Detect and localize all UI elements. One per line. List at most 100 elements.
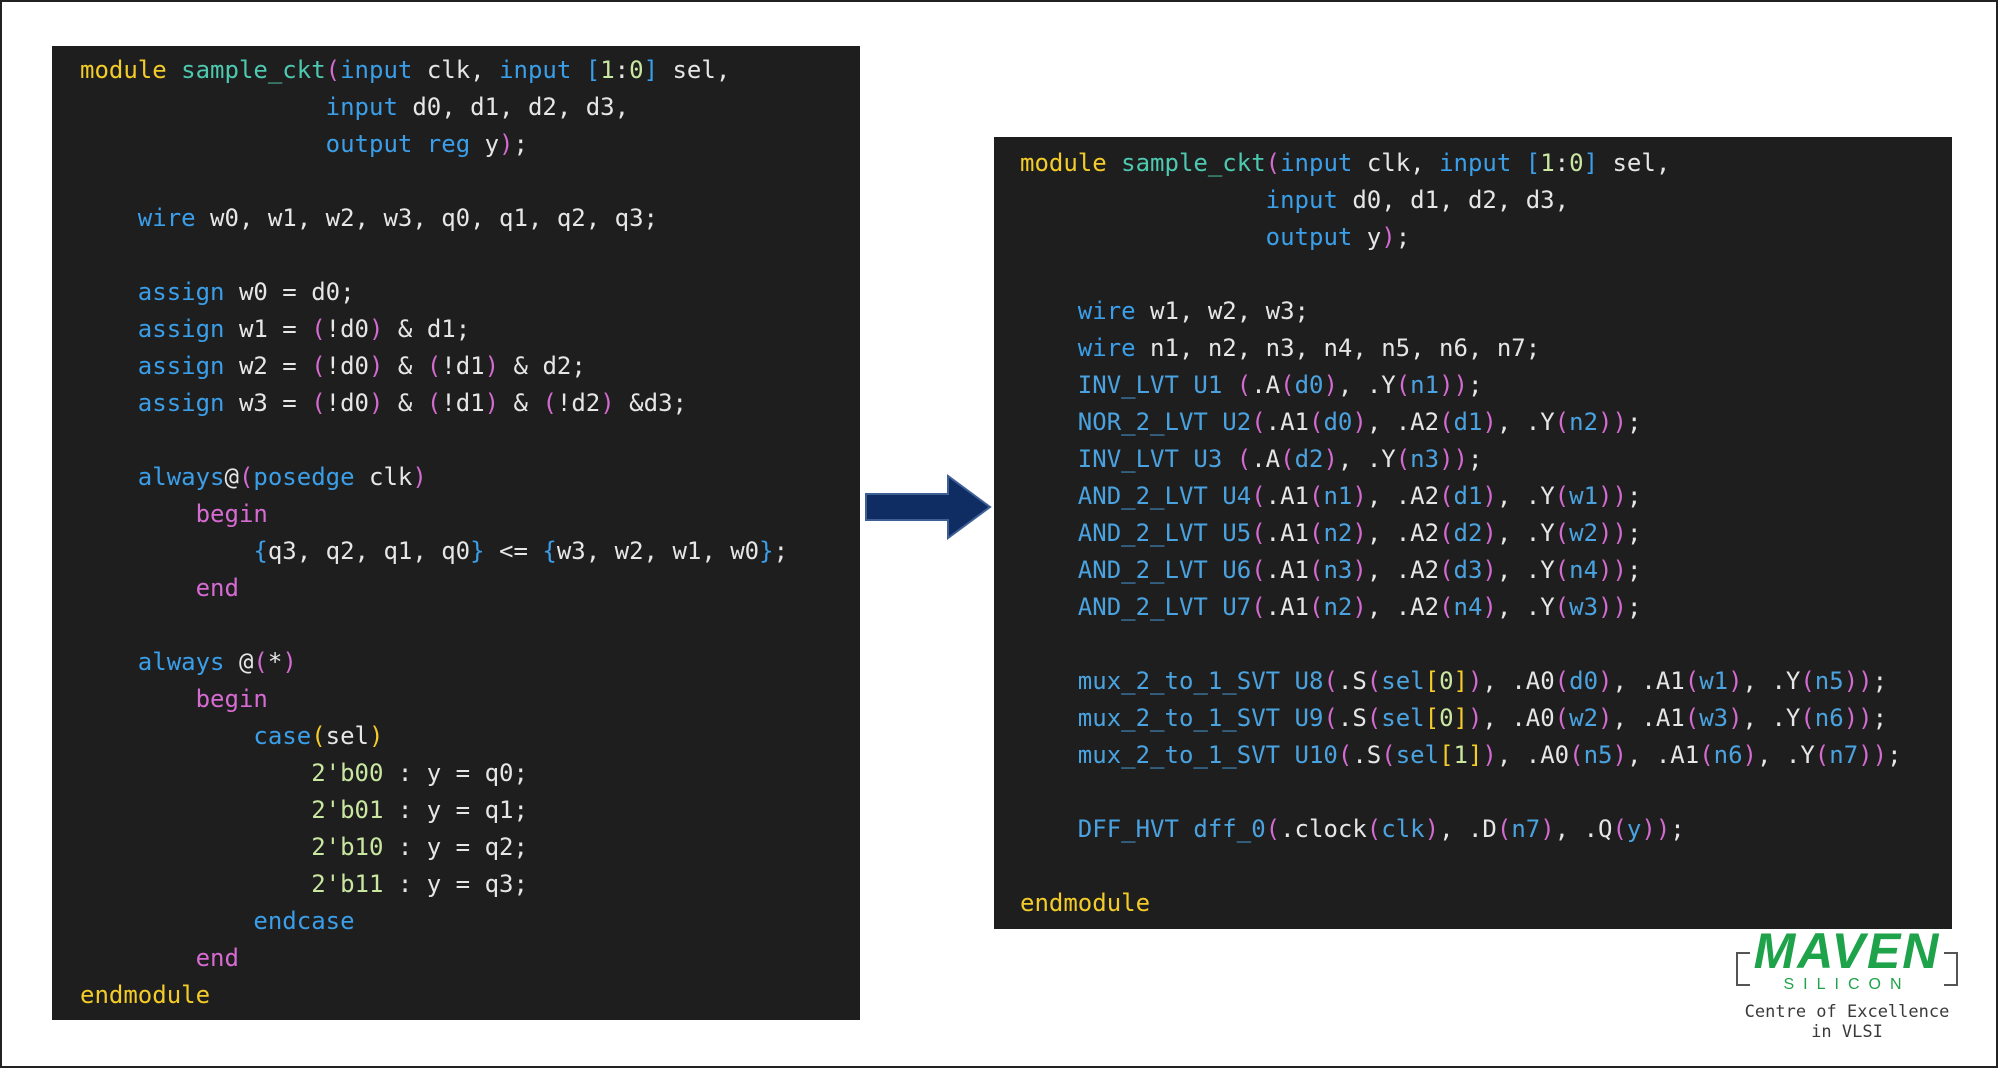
code-token: ) bbox=[484, 389, 500, 417]
code-token: * bbox=[267, 648, 283, 676]
code-token: ( bbox=[1554, 482, 1570, 510]
code-token: { bbox=[253, 537, 268, 565]
code-token: ( bbox=[311, 352, 326, 380]
code-token: ( bbox=[1814, 741, 1830, 769]
code-token: ( bbox=[1699, 741, 1714, 769]
code-token: [ bbox=[1424, 704, 1440, 732]
code-line: 2'b10 : y = q2; bbox=[80, 829, 860, 866]
code-token: n6 bbox=[1713, 741, 1743, 769]
code-token: ) bbox=[1482, 741, 1497, 769]
code-token: clk, bbox=[1366, 149, 1440, 177]
code-line: module sample_ckt(input clk, input [1:0]… bbox=[1020, 145, 1952, 182]
code-token: ( bbox=[1554, 704, 1570, 732]
code-token: n4 bbox=[1453, 593, 1483, 621]
code-token: !d2 bbox=[556, 389, 601, 417]
code-line: AND_2_LVT U4(.A1(n1), .A2(d1), .Y(w1)); bbox=[1020, 478, 1952, 515]
code-token: & bbox=[383, 389, 427, 417]
code-token: ( bbox=[1439, 556, 1454, 584]
code-line: mux_2_to_1_SVT U10(.S(sel[1]), .A0(n5), … bbox=[1020, 737, 1952, 774]
code-line: module sample_ckt(input clk, input [1:0]… bbox=[80, 52, 860, 89]
code-token: , .Y bbox=[1337, 371, 1396, 399]
code-token: NOR_2_LVT U2 bbox=[1077, 408, 1252, 436]
code-token: sample_ckt bbox=[181, 56, 326, 84]
code-token: , .A2 bbox=[1366, 556, 1440, 584]
code-token: assign bbox=[137, 278, 239, 306]
code-token: !d0 bbox=[325, 352, 370, 380]
code-token: } bbox=[759, 537, 774, 565]
code-token: d3 bbox=[1453, 556, 1483, 584]
code-token: .S bbox=[1352, 741, 1382, 769]
code-token: )) bbox=[1598, 482, 1627, 510]
code-token: ( bbox=[325, 56, 341, 84]
code-token: ( bbox=[1439, 519, 1454, 547]
code-token: 0 bbox=[629, 56, 644, 84]
code-token: clk bbox=[369, 463, 413, 491]
code-token: ) bbox=[484, 352, 500, 380]
code-token: : y = q0; bbox=[383, 759, 528, 787]
code-token: AND_2_LVT U6 bbox=[1077, 556, 1252, 584]
code-token: !d1 bbox=[441, 389, 485, 417]
code-token: )) bbox=[1843, 667, 1873, 695]
code-token: .A1 bbox=[1265, 482, 1309, 510]
code-token: ( bbox=[1309, 593, 1324, 621]
code-token: always bbox=[137, 463, 225, 491]
code-token: .A1 bbox=[1265, 408, 1309, 436]
code-token: } bbox=[470, 537, 485, 565]
code-token: !d0 bbox=[325, 315, 370, 343]
code-token: ; bbox=[1872, 704, 1888, 732]
code-token: d2 bbox=[1453, 519, 1483, 547]
code-line: mux_2_to_1_SVT U9(.S(sel[0]), .A0(w2), .… bbox=[1020, 700, 1952, 737]
code-token: w3 bbox=[1569, 593, 1599, 621]
code-line: endcase bbox=[80, 903, 860, 940]
code-token: , .A1 bbox=[1626, 741, 1700, 769]
code-token: ( bbox=[1439, 482, 1454, 510]
code-token: , .Y bbox=[1496, 408, 1555, 436]
code-token: end bbox=[195, 944, 239, 972]
code-token: ( bbox=[1496, 815, 1512, 843]
code-token: !d1 bbox=[441, 352, 485, 380]
code-token: , .A0 bbox=[1482, 704, 1555, 732]
code-token: 1 bbox=[1540, 149, 1555, 177]
code-token: d1 bbox=[1453, 408, 1483, 436]
code-line: wire w0, w1, w2, w3, q0, q1, q2, q3; bbox=[80, 200, 860, 237]
code-token: & d1; bbox=[383, 315, 471, 343]
code-token: ( bbox=[311, 389, 326, 417]
code-token: ( bbox=[542, 389, 557, 417]
code-token: , .Y bbox=[1757, 741, 1815, 769]
code-token: w1, w2, w3; bbox=[1150, 297, 1309, 325]
code-line: input d0, d1, d2, d3, bbox=[1020, 182, 1952, 219]
code-line: assign w0 = d0; bbox=[80, 274, 860, 311]
code-token: ) bbox=[1482, 519, 1497, 547]
code-token: ) bbox=[1352, 408, 1367, 436]
code-line: begin bbox=[80, 496, 860, 533]
code-token: w1 = bbox=[238, 315, 312, 343]
code-token: & bbox=[499, 389, 543, 417]
code-token: ) bbox=[1598, 667, 1613, 695]
code-token: , .Y bbox=[1496, 519, 1555, 547]
code-token: ) bbox=[600, 389, 615, 417]
code-token: input bbox=[325, 93, 413, 121]
code-token: )) bbox=[1439, 445, 1468, 473]
code-token: n2 bbox=[1323, 593, 1353, 621]
code-token: ( bbox=[1366, 815, 1382, 843]
code-token: )) bbox=[1598, 593, 1627, 621]
code-token: 2'b01 bbox=[311, 796, 384, 824]
code-token: ( bbox=[1337, 741, 1353, 769]
code-token: sel, bbox=[1598, 149, 1671, 177]
code-token: ( bbox=[1251, 408, 1266, 436]
logo-tagline: Centre of Excellence in VLSI bbox=[1744, 1002, 1950, 1042]
code-token: output bbox=[325, 130, 427, 158]
code-token: n2 bbox=[1323, 519, 1353, 547]
